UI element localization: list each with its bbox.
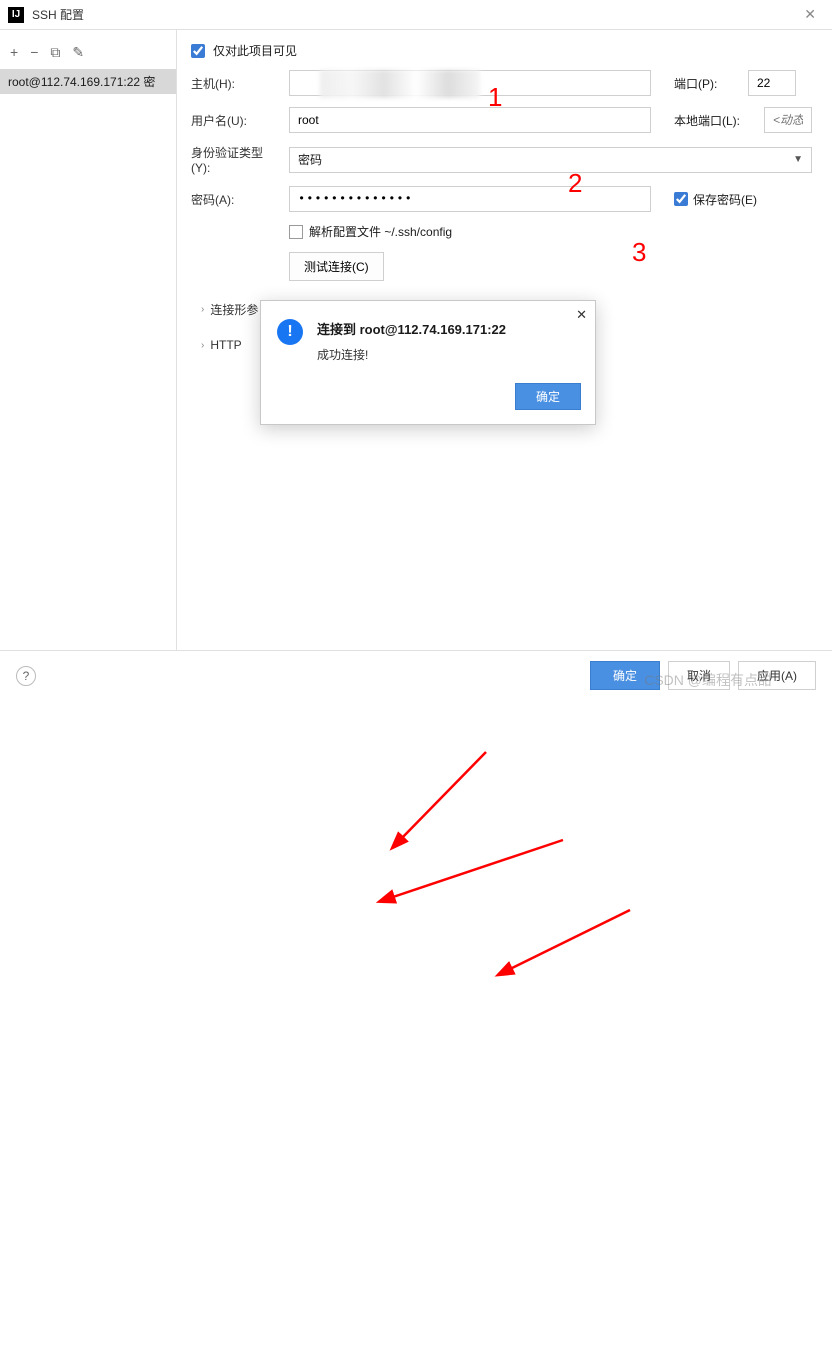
app-icon: IJ: [8, 7, 24, 23]
parse-config-checkbox[interactable]: [289, 225, 303, 239]
dialog-close-icon[interactable]: ✕: [576, 307, 587, 323]
visible-only-checkbox[interactable]: [191, 44, 205, 58]
window-title: SSH 配置: [32, 6, 796, 23]
host-row: 主机(H): 端口(P):: [191, 70, 812, 96]
close-icon[interactable]: ✕: [796, 6, 824, 23]
save-password-checkbox[interactable]: [674, 192, 688, 206]
dialog-body: ! 连接到 root@112.74.169.171:22 成功连接!: [261, 301, 595, 373]
authtype-value: 密码: [298, 151, 322, 168]
section-connection-args-label: 连接形参: [210, 301, 258, 318]
user-row: 用户名(U): 本地端口(L):: [191, 107, 812, 133]
parse-config-label: 解析配置文件 ~/.ssh/config: [309, 223, 452, 240]
local-port-input[interactable]: [764, 107, 812, 133]
add-icon[interactable]: +: [10, 44, 18, 61]
cancel-button[interactable]: 取消: [668, 661, 730, 690]
authtype-row: 身份验证类型(Y): 密码 ▼: [191, 144, 812, 175]
chevron-right-icon: ›: [201, 304, 204, 315]
host-input[interactable]: [289, 70, 651, 96]
connection-dialog: ✕ ! 连接到 root@112.74.169.171:22 成功连接! 确定: [260, 300, 596, 425]
port-input[interactable]: [748, 70, 796, 96]
sidebar-item-ssh[interactable]: root@112.74.169.171:22 密: [0, 69, 176, 94]
port-label: 端口(P):: [674, 75, 740, 92]
user-label: 用户名(U):: [191, 112, 281, 129]
titlebar: IJ SSH 配置 ✕: [0, 0, 832, 30]
sidebar: + − ⧉ ✎ root@112.74.169.171:22 密: [0, 30, 177, 650]
user-input[interactable]: [289, 107, 651, 133]
dialog-footer: 确定: [261, 373, 595, 424]
bottombar: ? 确定 取消 应用(A): [0, 650, 832, 700]
dialog-ok-button[interactable]: 确定: [515, 383, 581, 410]
password-label: 密码(A):: [191, 191, 281, 208]
save-password-wrap: 保存密码(E): [674, 191, 757, 208]
visible-only-row: 仅对此项目可见: [191, 42, 812, 59]
help-icon[interactable]: ?: [16, 666, 36, 686]
save-password-label: 保存密码(E): [693, 191, 757, 208]
annotation-arrows: [0, 650, 832, 1354]
password-row: 密码(A): 保存密码(E): [191, 186, 812, 212]
section-http-label: HTTP: [210, 338, 241, 352]
ok-button[interactable]: 确定: [590, 661, 660, 690]
authtype-label: 身份验证类型(Y):: [191, 144, 281, 175]
dialog-message: 成功连接!: [317, 346, 506, 363]
host-label: 主机(H):: [191, 75, 281, 92]
apply-button[interactable]: 应用(A): [738, 661, 816, 690]
remove-icon[interactable]: −: [30, 44, 38, 61]
edit-icon[interactable]: ✎: [72, 44, 84, 61]
bottom-buttons: 确定 取消 应用(A): [590, 661, 816, 690]
authtype-select[interactable]: 密码 ▼: [289, 147, 812, 173]
visible-only-label: 仅对此项目可见: [213, 42, 297, 59]
parse-config-row: 解析配置文件 ~/.ssh/config: [289, 223, 812, 240]
chevron-down-icon: ▼: [793, 154, 803, 165]
dialog-text: 连接到 root@112.74.169.171:22 成功连接!: [317, 319, 506, 363]
test-connection-button[interactable]: 测试连接(C): [289, 252, 384, 281]
copy-icon[interactable]: ⧉: [50, 44, 60, 61]
password-input[interactable]: [289, 186, 651, 212]
chevron-right-icon: ›: [201, 340, 204, 351]
sidebar-toolbar: + − ⧉ ✎: [0, 40, 176, 69]
info-icon: !: [277, 319, 303, 345]
local-port-label: 本地端口(L):: [674, 112, 756, 129]
dialog-title: 连接到 root@112.74.169.171:22: [317, 319, 506, 338]
